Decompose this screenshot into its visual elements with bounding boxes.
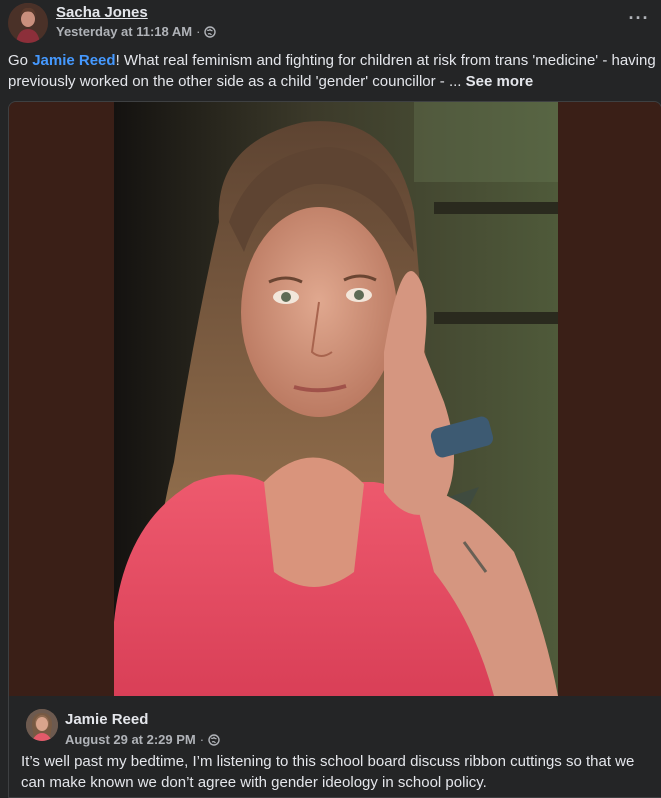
post-text-start: Go <box>8 52 33 69</box>
more-options-icon[interactable]: ··· <box>627 6 651 30</box>
author-avatar[interactable] <box>8 3 48 43</box>
globe-icon[interactable] <box>204 25 217 38</box>
shared-post-timestamp[interactable]: August 29 at 2:29 PM <box>65 732 196 747</box>
shared-post-card[interactable]: Jamie Reed August 29 at 2:29 PM · It’s w… <box>8 101 661 798</box>
post-text: Go Jamie Reed! What real feminism and fi… <box>8 50 658 92</box>
shared-photo[interactable] <box>114 102 558 696</box>
shared-post-header: Jamie Reed August 29 at 2:29 PM · It’s w… <box>9 697 661 797</box>
shared-post-text: It’s well past my bedtime, I’m listening… <box>21 753 635 791</box>
see-more-link[interactable]: See more <box>466 73 534 90</box>
post-header: Sacha Jones Yesterday at 11:18 AM · ··· <box>0 0 661 46</box>
mention-link[interactable]: Jamie Reed <box>32 52 115 69</box>
meta-separator: · <box>199 732 205 747</box>
shared-author-name[interactable]: Jamie Reed <box>65 711 148 728</box>
post-timestamp[interactable]: Yesterday at 11:18 AM <box>56 24 192 39</box>
post-meta: Yesterday at 11:18 AM · <box>56 24 217 39</box>
shared-author-avatar[interactable] <box>26 709 58 741</box>
globe-icon[interactable] <box>208 733 220 746</box>
meta-separator: · <box>196 24 201 39</box>
photo-frame <box>9 102 661 696</box>
author-name[interactable]: Sacha Jones <box>56 4 148 21</box>
shared-post-meta: August 29 at 2:29 PM · <box>65 732 220 747</box>
